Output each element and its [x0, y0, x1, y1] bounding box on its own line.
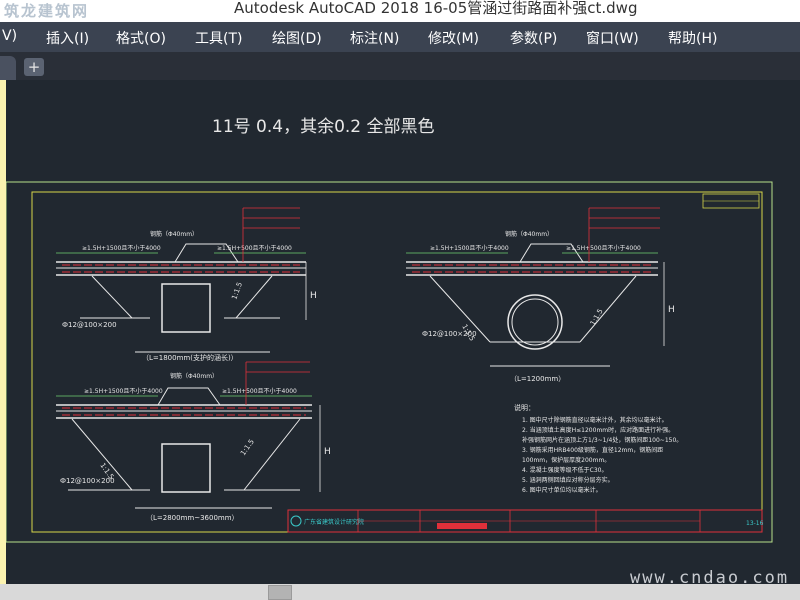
sheet-inner-frame: [31, 191, 763, 533]
note-line: 4. 混凝土强度等级不低于C30。: [522, 466, 607, 474]
h-label: H: [324, 447, 331, 457]
caption-left-bottom: （L=2800mm~3600mm）: [146, 514, 239, 522]
note-line: 5. 涵洞两侧回填应对称分层夯实。: [522, 476, 614, 484]
window-title: Autodesk AutoCAD 2018 16-05管涵过街路面补强ct.dw…: [234, 0, 638, 17]
titleblock-code: 13-16: [746, 520, 764, 527]
title-block: 广东省建筑设计研究院 13-16: [287, 509, 764, 533]
new-tab-button[interactable]: +: [24, 58, 44, 76]
note-heading: 11号 0.4，其余0.2 全部黑色: [212, 117, 435, 137]
sheet-outer-frame: [6, 181, 773, 543]
rebar-spec: Ф12@100×200: [422, 330, 477, 338]
dim-label: ≥1.5H+500且不小于4000: [566, 244, 641, 252]
note-line: 补强钢筋网片在涵顶上方1/3~1/4处，钢筋间距100~150。: [522, 436, 682, 444]
dim-label: ≥1.5H+1500且不小于4000: [82, 244, 161, 252]
menu-parametric[interactable]: 参数(P): [510, 28, 557, 48]
slope-label: 1:1.5: [239, 438, 256, 457]
company-logo-icon: [290, 515, 302, 527]
menu-dimension[interactable]: 标注(N): [350, 28, 399, 48]
section-right-top: ≥1.5H+1500且不小于4000 ≥1.5H+500且不小于4000 钢筋（…: [406, 207, 675, 383]
cad-drawing: 11号 0.4，其余0.2 全部黑色 ≥1.5H+1500且不小于4000 ≥1…: [6, 117, 773, 543]
dim-label: ≥1.5H+500且不小于4000: [217, 244, 292, 252]
file-tab[interactable]: [0, 56, 16, 80]
section-left-top: ≥1.5H+1500且不小于4000 ≥1.5H+500且不小于4000 钢筋（…: [56, 207, 317, 362]
rebar-spec: Ф12@100×200: [62, 321, 117, 329]
h-label: H: [668, 305, 675, 315]
file-tab-bar: [0, 52, 800, 80]
menu-draw[interactable]: 绘图(D): [272, 28, 322, 48]
note-line: 3. 钢筋采用HRB400级钢筋，直径12mm，钢筋间距: [522, 446, 663, 454]
note-line: 100mm，保护层厚度200mm。: [522, 456, 610, 464]
caption-right: （L=1200mm）: [510, 375, 565, 383]
caption-left-top: （L=1800mm(支护的涵长)）: [142, 353, 238, 362]
dim-label: ≥1.5H+500且不小于4000: [222, 387, 297, 395]
dim-label: ≥1.5H+1500且不小于4000: [430, 244, 509, 252]
drawing-canvas[interactable]: 11号 0.4，其余0.2 全部黑色 ≥1.5H+1500且不小于4000 ≥1…: [6, 80, 800, 584]
bar-note: 钢筋（Φ40mm）: [150, 230, 198, 238]
note-line: 1. 图中尺寸除钢筋直径以毫米计外，其余均以毫米计。: [522, 416, 668, 424]
menu-modify[interactable]: 修改(M): [428, 28, 479, 48]
scrollbar-thumb[interactable]: [268, 585, 292, 600]
titleblock-name: 广东省建筑设计研究院: [304, 518, 364, 526]
dim-label: ≥1.5H+1500且不小于4000: [84, 387, 163, 395]
menu-view[interactable]: V): [2, 28, 17, 44]
notes-block: 说明： 1. 图中尺寸除钢筋直径以毫米计外，其余均以毫米计。 2. 当涵顶填土高…: [514, 403, 682, 494]
app-logo: 筑龙建筑网: [4, 2, 90, 20]
h-label: H: [310, 291, 317, 301]
watermark: www.cndao.com: [630, 568, 790, 588]
menu-window[interactable]: 窗口(W): [586, 28, 639, 48]
section-left-bottom: ≥1.5H+1500且不小于4000 ≥1.5H+500且不小于4000 钢筋（…: [56, 361, 331, 522]
slope-label: 1:1.5: [589, 307, 605, 327]
note-line: 2. 当涵顶填土高度H≤1200mm时，应对路面进行补强。: [522, 426, 674, 434]
menu-insert[interactable]: 插入(I): [46, 28, 89, 48]
note-line: 6. 图中尺寸单位均以毫米计。: [522, 486, 602, 494]
bar-note: 钢筋（Φ40mm）: [505, 230, 553, 238]
menu-help[interactable]: 帮助(H): [668, 28, 717, 48]
menu-format[interactable]: 格式(O): [116, 28, 166, 48]
menu-tools[interactable]: 工具(T): [195, 28, 242, 48]
rebar-spec: Ф12@100×200: [60, 477, 115, 485]
notes-title: 说明：: [514, 403, 535, 412]
menu-bar: V) 插入(I) 格式(O) 工具(T) 绘图(D) 标注(N) 修改(M) 参…: [0, 22, 800, 52]
title-bar: 筑龙建筑网 Autodesk AutoCAD 2018 16-05管涵过街路面补…: [0, 0, 800, 23]
bar-note: 钢筋（Φ40mm）: [170, 372, 218, 380]
slope-label: 1:1.5: [230, 281, 244, 301]
